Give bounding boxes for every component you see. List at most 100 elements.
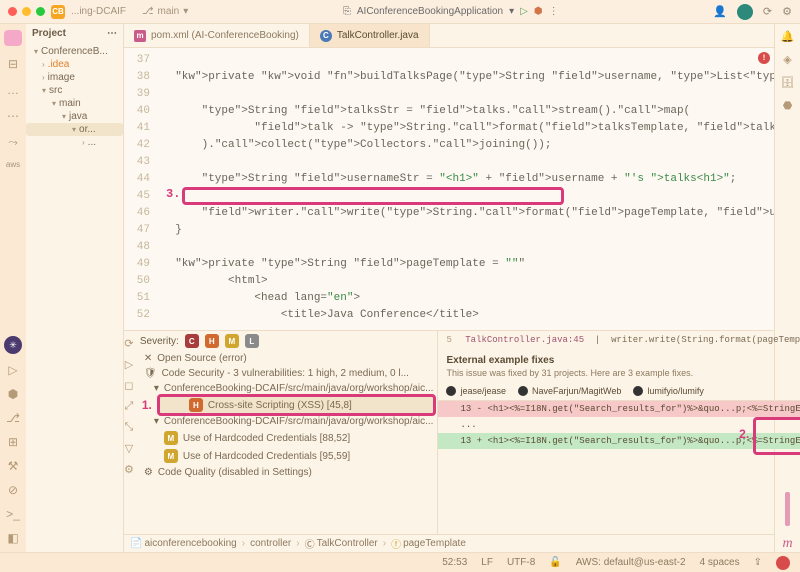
ai-assistant-icon[interactable]: ◈ [783,53,791,66]
sub-node[interactable]: ... [88,137,96,148]
aws-toolkit-icon[interactable]: aws [6,160,20,169]
run-config-name: AIConferenceBookingApplication [357,6,503,17]
severity-filter[interactable]: Severity: C H M L [134,331,438,351]
bookmarks-icon[interactable]: ⋯ [5,108,21,124]
folder-main[interactable]: main [59,98,81,109]
debug-icon[interactable]: ⬢ [534,6,543,17]
project-tree[interactable]: ▾ConferenceB... ›.idea ›image ▾src ▾main… [26,43,123,151]
notifications-icon[interactable]: 🔔 [781,30,795,43]
tab-talkcontroller[interactable]: C TalkController.java [310,24,430,47]
folder-java[interactable]: java [69,111,87,122]
folder-idea[interactable]: .idea [48,59,70,70]
database-icon[interactable]: 🗄 [781,76,795,89]
severity-high-icon[interactable]: H [205,334,219,348]
cursor-position[interactable]: 52:53 [442,557,467,568]
account-icon[interactable]: 👤 [713,5,727,18]
project-name: ...ing-DCAIF [71,6,126,17]
filter-icon[interactable]: ▽ [125,442,133,455]
more-icon[interactable]: ⋮ [549,6,559,17]
debug-tool-icon[interactable]: ⬢ [5,386,21,402]
run-config[interactable]: ⎘ AIConferenceBookingApplication ▾ ▷ ⬢ ⋮ [343,6,559,17]
readonly-icon[interactable]: 🔓 [549,557,561,568]
severity-low-icon[interactable]: L [245,334,259,348]
error-badge-icon[interactable] [776,556,790,570]
project-header-label: Project [32,28,66,39]
crumb-2[interactable]: TalkController [317,538,378,549]
close-icon[interactable] [8,7,17,16]
updates-icon[interactable]: ⟳ [763,5,772,18]
expand-icon[interactable]: ⤢ [125,400,134,413]
annotation-highlight-3 [182,187,564,205]
problems-icon[interactable]: ⊘ [5,482,21,498]
maven-tool-icon[interactable]: m [782,536,792,552]
snyk-issue-creds-1[interactable]: MUse of Hardcoded Credentials [88,52] [134,429,438,447]
run-scan-icon[interactable]: ▷ [125,358,133,371]
tab-pom[interactable]: m pom.xml (AI-ConferenceBooking) [124,24,310,47]
minimize-icon[interactable] [22,7,31,16]
tree-root[interactable]: ConferenceB... [41,46,108,57]
pull-requests-icon[interactable]: ⤳ [5,134,21,150]
snyk-tool-icon[interactable]: ✳ [4,336,22,354]
settings-icon[interactable]: ⚙ [782,5,792,18]
gradle-icon[interactable]: ⬣ [783,99,793,112]
gutter: 37 38 39 40 41 42 43 44 45 46 47 48 49 5… [124,48,156,330]
share-icon[interactable]: ⇪ [754,557,762,568]
github-icon [633,386,643,396]
severity-critical-icon[interactable]: C [185,334,199,348]
snyk-path-1[interactable]: ▾ConferenceBooking-DCAIF/src/main/java/o… [134,381,438,396]
settings-icon[interactable]: ⚙ [124,463,134,476]
crumb-3[interactable]: pageTemplate [403,538,466,549]
snyk-panel: ⟳ ▷ ◻ ⤢ ⤡ ▽ ⚙ Severity: C H M L [124,330,774,534]
snyk-open-source[interactable]: ✕Open Source (error) [134,351,438,366]
snyk-issue-creds-2[interactable]: MUse of Hardcoded Credentials [95,59] [134,447,438,465]
snyk-issue-xss[interactable]: H Cross-site Scripting (XSS) [45,8] [159,396,435,414]
zoom-icon[interactable] [36,7,45,16]
git-branch[interactable]: ⎇ main ▾ [142,6,188,17]
annotation-step-2: 2. [739,427,749,441]
avatar[interactable] [737,4,753,20]
build-icon[interactable]: ⚒ [5,458,21,474]
data-flow-step[interactable]: 5 TalkController.java:45 | writer.write(… [438,331,800,349]
snyk-path-2[interactable]: ▾ConferenceBooking-DCAIF/src/main/java/o… [134,414,438,429]
encoding[interactable]: UTF-8 [507,557,535,568]
crumb-1[interactable]: controller [250,538,291,549]
snyk-issues-tree[interactable]: Severity: C H M L ✕Open Source (error) 🛡… [134,331,439,534]
aws-status[interactable]: AWS: default@us-east-2 [576,557,686,568]
structure-icon[interactable]: … [5,82,21,98]
breadcrumb[interactable]: 📄 aiconferencebooking› controller› ⒸTalk… [124,534,774,552]
collapse-icon[interactable]: ⤡ [125,421,134,434]
crumb-0[interactable]: aiconferencebooking [144,538,236,549]
snyk-toolbar: ⟳ ▷ ◻ ⤢ ⤡ ▽ ⚙ [124,331,134,534]
tab-pom-label: pom.xml (AI-ConferenceBooking) [151,30,299,41]
project-menu-icon[interactable]: ⋯ [107,28,117,39]
folder-image[interactable]: image [48,72,75,83]
diff-view: 13 - <h1><%=I18N.get("Search_results_for… [438,401,800,449]
fix-tab-1[interactable]: jease/jease [446,386,506,396]
severity-label: Severity: [140,336,179,347]
endpoints-icon[interactable]: ◧ [5,530,21,546]
error-indicator-icon[interactable]: ! [758,52,770,64]
titlebar: CB ...ing-DCAIF ⎇ main ▾ ⎘ AIConferenceB… [0,0,800,24]
folder-src[interactable]: src [49,85,62,96]
snyk-code-quality[interactable]: ⚙Code Quality (disabled in Settings) [134,465,438,480]
line-sep[interactable]: LF [481,557,493,568]
terminal-icon[interactable]: >_ [5,506,21,522]
severity-medium-icon[interactable]: M [225,334,239,348]
code-editor[interactable]: 37 38 39 40 41 42 43 44 45 46 47 48 49 5… [124,48,774,330]
fix-tab-3[interactable]: lumifyio/lumify [633,386,704,396]
package-node[interactable]: or... [79,124,96,135]
project-tool-icon[interactable] [4,30,22,46]
stop-icon[interactable]: ◻ [124,379,133,392]
services-icon[interactable]: ⊞ [5,434,21,450]
project-panel: Project ⋯ ▾ConferenceB... ›.idea ›image … [26,24,124,552]
snyk-code-security[interactable]: 🛡Code Security - 3 vulnerabilities: 1 hi… [134,366,438,381]
project-badge: CB [51,5,65,19]
git-tool-icon[interactable]: ⎇ [5,410,21,426]
fix-tab-2[interactable]: NaveFarjun/MagitWeb [518,386,621,396]
branch-icon: ⎇ [142,6,154,17]
commit-icon[interactable]: ⊟ [5,56,21,72]
refresh-icon[interactable]: ⟳ [124,337,133,350]
run-icon[interactable]: ▷ [520,6,528,17]
indent[interactable]: 4 spaces [700,557,740,568]
run-tool-icon[interactable]: ▷ [5,362,21,378]
